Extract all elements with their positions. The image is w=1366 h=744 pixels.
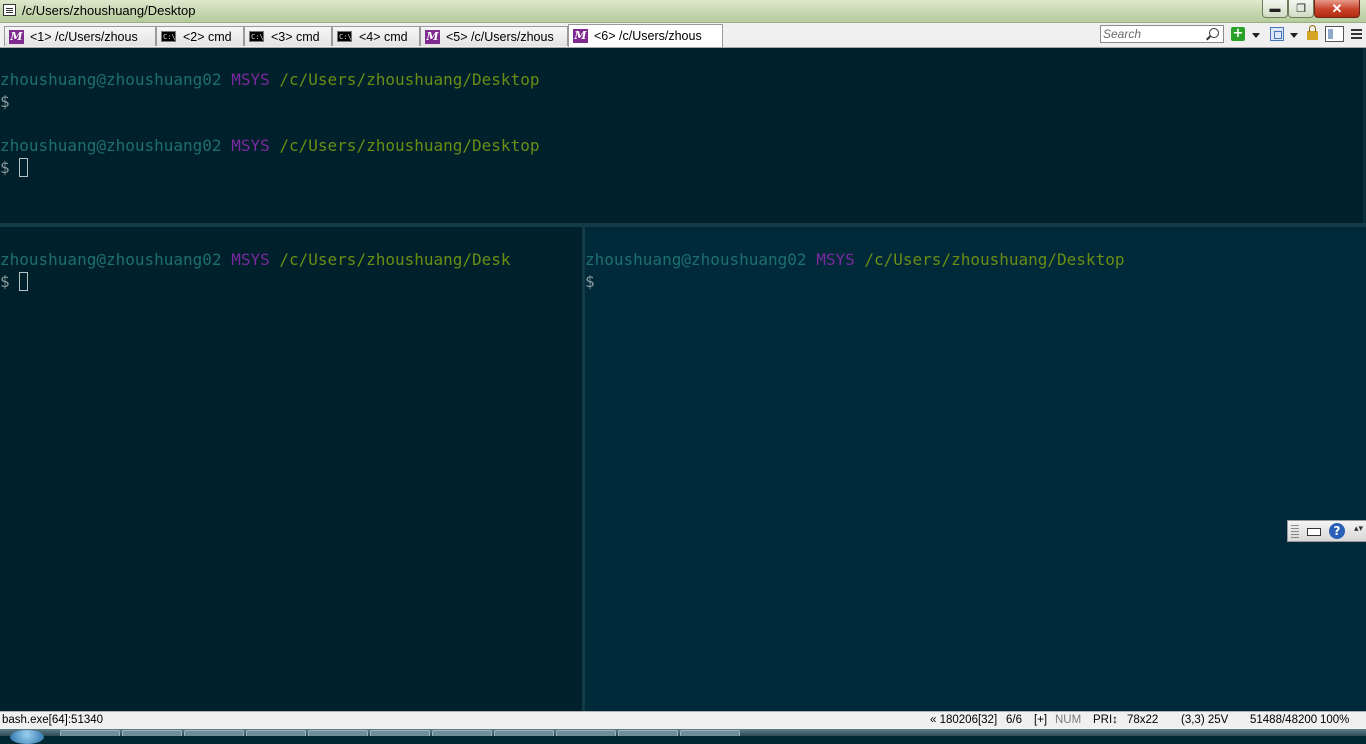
tab-label: <1> /c/Users/zhous: [30, 29, 138, 44]
status-num: NUM: [1055, 714, 1082, 726]
taskbar-item[interactable]: [60, 730, 120, 736]
status-priority[interactable]: PRI↕: [1093, 714, 1118, 726]
panes-dropdown-icon[interactable]: [1290, 33, 1298, 38]
tab-bar: M <1> /c/Users/zhous C:\ <2> cmd C:\ <3>…: [0, 23, 1366, 48]
taskbar-item[interactable]: [184, 730, 244, 736]
close-button[interactable]: ✕: [1314, 0, 1360, 18]
taskbar-item[interactable]: [432, 730, 492, 736]
input-line[interactable]: $: [0, 271, 28, 293]
tab-2[interactable]: C:\ <2> cmd: [156, 26, 244, 46]
prompt-line: zhoushuang@zhoushuang02 MSYS /c/Users/zh…: [0, 69, 539, 91]
text-cursor: [18, 158, 28, 177]
prompt-path: /c/Users/zhoushuang/Desktop: [279, 136, 540, 155]
status-buffer: 51488/48200: [1250, 714, 1318, 726]
search-input[interactable]: [1103, 27, 1203, 41]
prompt-symbol: $: [0, 272, 10, 291]
status-cursor: (3,3) 25V: [1181, 714, 1229, 726]
window-title: /c/Users/zhoushuang/Desktop: [22, 3, 196, 18]
prompt-system: MSYS: [231, 136, 270, 155]
new-console-dropdown-icon[interactable]: [1252, 33, 1260, 38]
taskbar: [0, 729, 1366, 744]
menu-icon[interactable]: [1350, 27, 1363, 41]
cmd-icon: C:\: [249, 31, 264, 42]
prompt-path: /c/Users/zhoushuang/Desktop: [279, 70, 540, 89]
prompt-line: zhoushuang@zhoushuang02 MSYS /c/Users/zh…: [0, 249, 511, 271]
ime-toolbar[interactable]: ? ▴▾: [1287, 520, 1366, 542]
status-zoom: 100%: [1320, 714, 1350, 726]
prompt-symbol: $: [0, 158, 10, 177]
prompt-system: MSYS: [231, 70, 270, 89]
status-process: bash.exe[64]:51340: [2, 714, 104, 726]
taskbar-item[interactable]: [370, 730, 430, 736]
msys-icon: M: [573, 29, 588, 43]
panes-icon[interactable]: [1270, 27, 1284, 41]
text-cursor: [18, 272, 28, 291]
search-box[interactable]: [1100, 25, 1224, 43]
prompt-line: zhoushuang@zhoushuang02 MSYS /c/Users/zh…: [585, 249, 1124, 271]
prompt-system: MSYS: [231, 250, 270, 269]
prompt-path: /c/Users/zhoushuang/Desk: [279, 250, 511, 269]
taskbar-item[interactable]: [122, 730, 182, 736]
tab-label: <6> /c/Users/zhous: [594, 29, 702, 43]
prompt-user: zhoushuang@zhoushuang02: [585, 250, 807, 269]
maximize-button[interactable]: ❐: [1288, 0, 1314, 18]
start-button-icon[interactable]: [10, 730, 44, 744]
terminal-pane-bottom-left[interactable]: zhoushuang@zhoushuang02 MSYS /c/Users/zh…: [0, 227, 582, 711]
taskbar-item[interactable]: [618, 730, 678, 736]
tab-label: <2> cmd: [183, 29, 232, 44]
taskbar-item[interactable]: [246, 730, 306, 736]
status-bar: bash.exe[64]:51340 « 180206[32] 6/6 [+] …: [0, 711, 1366, 729]
status-console-index[interactable]: 6/6: [1006, 714, 1022, 726]
console-app-icon[interactable]: [3, 4, 16, 16]
taskbar-item[interactable]: [494, 730, 554, 736]
keyboard-icon[interactable]: [1307, 528, 1321, 536]
prompt-symbol: $: [585, 272, 595, 291]
taskbar-item[interactable]: [308, 730, 368, 736]
tab-label: <3> cmd: [271, 29, 320, 44]
prompt-user: zhoushuang@zhoushuang02: [0, 250, 222, 269]
prompt-user: zhoushuang@zhoushuang02: [0, 70, 222, 89]
status-plus[interactable]: [+]: [1034, 714, 1047, 726]
drag-handle-icon[interactable]: [1291, 525, 1299, 538]
tab-label: <5> /c/Users/zhous: [446, 29, 554, 44]
status-console-info[interactable]: « 180206[32]: [930, 714, 997, 726]
status-size: 78x22: [1127, 714, 1159, 726]
input-line[interactable]: $: [0, 157, 28, 179]
prompt-line: zhoushuang@zhoushuang02 MSYS /c/Users/zh…: [0, 135, 539, 157]
tab-6[interactable]: M <6> /c/Users/zhous: [568, 24, 723, 47]
tab-3[interactable]: C:\ <3> cmd: [244, 26, 332, 46]
prompt-user: zhoushuang@zhoushuang02: [0, 136, 222, 155]
taskbar-item[interactable]: [680, 730, 740, 736]
new-console-icon[interactable]: +: [1231, 27, 1245, 41]
search-icon[interactable]: [1209, 28, 1219, 38]
terminal-pane-bottom-right[interactable]: zhoushuang@zhoushuang02 MSYS /c/Users/zh…: [585, 227, 1366, 711]
help-icon[interactable]: ?: [1329, 523, 1345, 539]
prompt-path: /c/Users/zhoushuang/Desktop: [864, 250, 1125, 269]
tab-1[interactable]: M <1> /c/Users/zhous: [4, 26, 156, 46]
lock-icon[interactable]: [1307, 25, 1318, 40]
minimize-button[interactable]: ▬: [1262, 0, 1288, 18]
taskbar-item[interactable]: [556, 730, 616, 736]
msys-icon: M: [425, 29, 440, 44]
tab-4[interactable]: C:\ <4> cmd: [332, 26, 420, 46]
msys-icon: M: [9, 29, 24, 44]
options-caret-icon[interactable]: ▴▾: [1354, 524, 1363, 533]
cmd-icon: C:\: [161, 31, 176, 42]
window-titlebar[interactable]: /c/Users/zhoushuang/Desktop ▬ ❐ ✕: [0, 0, 1366, 23]
tab-label: <4> cmd: [359, 29, 408, 44]
terminal-pane-top[interactable]: zhoushuang@zhoushuang02 MSYS /c/Users/zh…: [0, 48, 1366, 223]
tab-5[interactable]: M <5> /c/Users/zhous: [420, 26, 568, 46]
cmd-icon: C:\: [337, 31, 352, 42]
prompt-system: MSYS: [816, 250, 855, 269]
prompt-symbol: $: [0, 92, 10, 111]
layout-icon[interactable]: [1325, 26, 1344, 42]
